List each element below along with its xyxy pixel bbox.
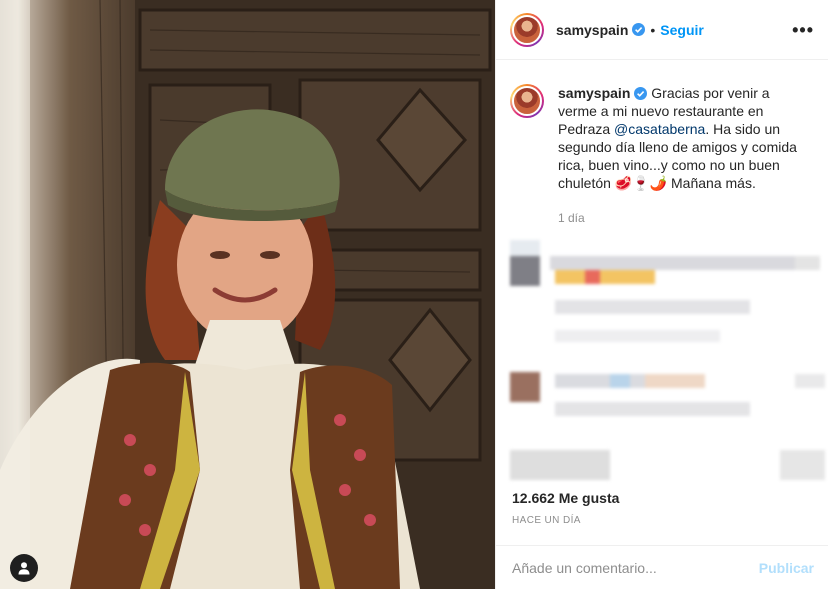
caption-avatar[interactable] <box>510 84 544 118</box>
publish-button[interactable]: Publicar <box>759 560 814 576</box>
caption-time[interactable]: 1 día <box>558 209 808 227</box>
post-photo[interactable] <box>0 0 495 589</box>
caption-text-end: Mañana más. <box>667 175 756 191</box>
likes-section: 12.662 Me gusta <box>512 490 619 508</box>
likes-count[interactable]: 12.662 Me gusta <box>512 490 619 506</box>
hidden-comment-3 <box>510 450 828 480</box>
caption-emoji: 🥩🍷🌶️ <box>614 175 668 191</box>
avatar[interactable] <box>510 12 544 47</box>
caption-body: samyspain Gracias por venir a verme a mi… <box>558 84 808 227</box>
photo-illustration <box>0 0 495 589</box>
follow-button[interactable]: Seguir <box>660 22 704 38</box>
verified-badge-icon <box>634 87 648 100</box>
add-comment-bar: Publicar <box>495 545 828 589</box>
user-icon <box>18 562 30 575</box>
tagged-user-button[interactable] <box>10 554 38 582</box>
caption-username[interactable]: samyspain <box>558 85 630 101</box>
hidden-comment-1 <box>510 240 828 286</box>
hidden-comment-reply-1 <box>555 300 755 342</box>
hidden-comment-2 <box>510 372 828 417</box>
post-header: samyspain • Seguir ••• <box>496 0 828 60</box>
header-username[interactable]: samyspain <box>556 22 628 38</box>
separator-dot: • <box>650 21 656 38</box>
mention-link[interactable]: @casataberna <box>614 121 705 137</box>
post-date[interactable]: Hace un día <box>512 515 581 526</box>
more-options-icon[interactable]: ••• <box>792 21 814 39</box>
caption-comment: samyspain Gracias por venir a verme a mi… <box>496 60 828 227</box>
comment-input[interactable] <box>512 559 759 576</box>
verified-badge-icon <box>632 23 646 36</box>
